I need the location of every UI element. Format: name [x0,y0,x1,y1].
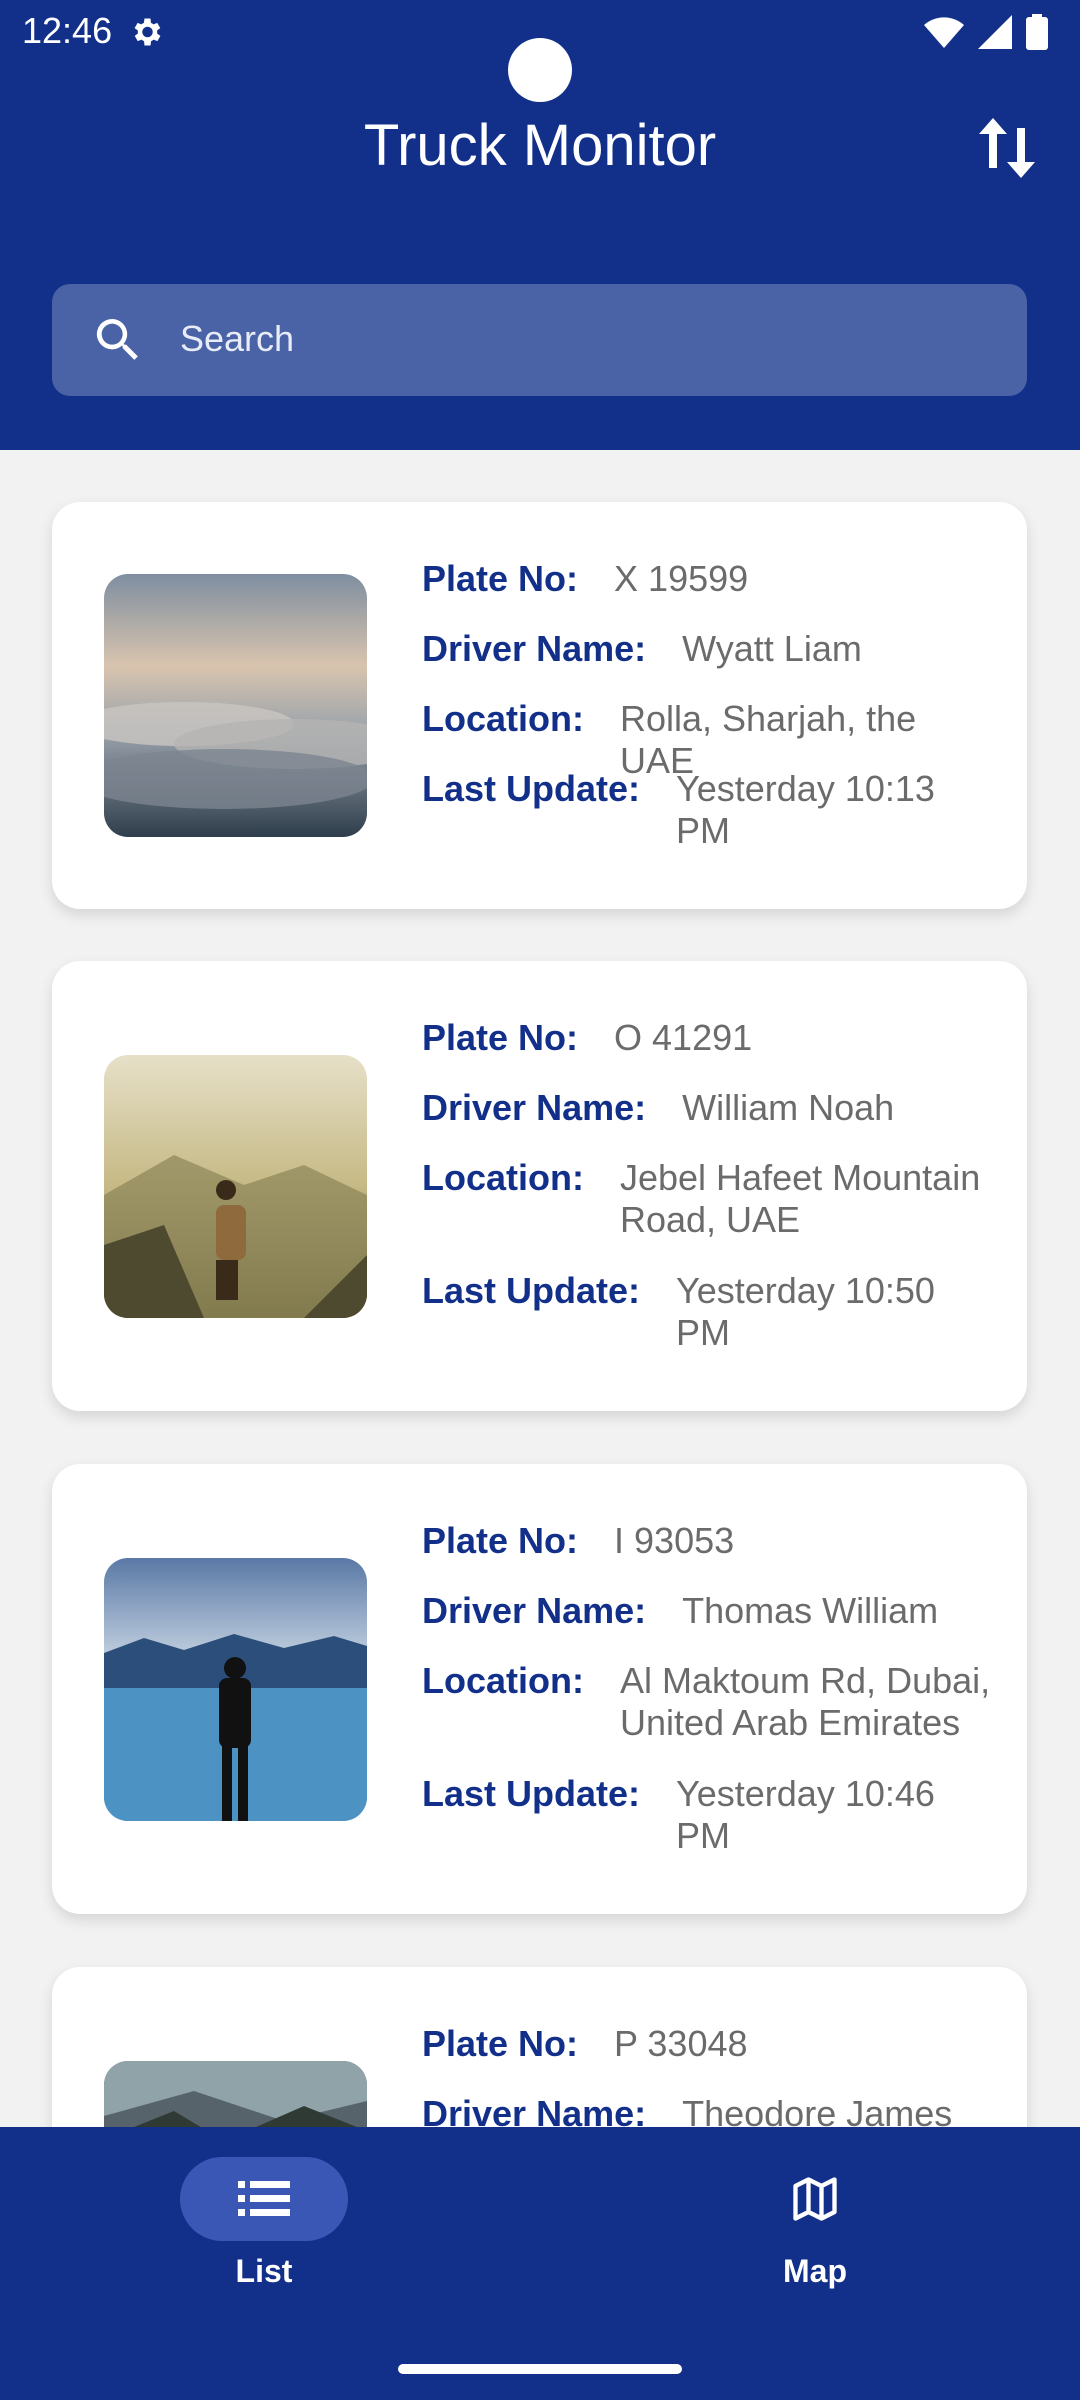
home-indicator[interactable] [398,2364,682,2374]
update-row: Last Update: Yesterday 10:50 PM [422,1270,966,1354]
plate-label: Plate No: [422,558,579,599]
location-row: Location: Al Maktoum Rd, Dubai, United A… [422,1660,1010,1744]
camera-cutout [508,38,572,102]
truck-thumbnail [104,1055,367,1318]
driver-label: Driver Name: [422,2093,647,2127]
map-icon [793,2177,837,2221]
plate-row: Plate No: I 93053 [422,1520,734,1562]
driver-value: William Noah [682,1087,895,1128]
driver-row: Driver Name: Wyatt Liam [422,628,862,670]
status-icons [924,12,1048,52]
update-value: Yesterday 10:50 PM [676,1270,935,1353]
truck-thumbnail [104,574,367,837]
update-label: Last Update: [422,1270,641,1311]
driver-row: Driver Name: Theodore James [422,2093,952,2127]
update-label: Last Update: [422,1773,641,1814]
battery-icon [1026,14,1048,50]
driver-row: Driver Name: William Noah [422,1087,894,1129]
list-icon [238,2181,290,2216]
page-title: Truck Monitor [363,113,717,178]
driver-label: Driver Name: [422,1590,647,1631]
sort-arrows-icon[interactable] [975,112,1039,184]
settings-gear-icon [134,18,161,46]
location-label: Location: [422,1157,584,1198]
driver-label: Driver Name: [422,1087,647,1128]
location-label: Location: [422,1660,584,1701]
truck-card[interactable]: Plate No: I 93053 Driver Name: Thomas Wi… [52,1464,1027,1914]
plate-value: X 19599 [614,558,749,599]
plate-value: I 93053 [614,1520,735,1561]
nav-map-label[interactable]: Map [665,2253,965,2290]
bottom-navigation: List Map [0,2127,1080,2400]
nav-map-tab[interactable]: Map [665,2157,965,2307]
app-bar: 12:46 Truck Monitor Search [0,0,1080,450]
update-value: Yesterday 10:46 PM [676,1773,935,1856]
location-row: Location: Jebel Hafeet Mountain Road, UA… [422,1157,1000,1241]
plate-label: Plate No: [422,2023,579,2064]
location-value: Jebel Hafeet Mountain Road, UAE [619,1157,981,1240]
cell-signal-icon [978,15,1012,49]
truck-card[interactable]: Plate No: O 41291 Driver Name: William N… [52,961,1027,1411]
driver-value: Theodore James [682,2093,953,2127]
truck-card[interactable]: Plate No: X 19599 Driver Name: Wyatt Lia… [52,502,1027,909]
plate-label: Plate No: [422,1017,579,1058]
truck-thumbnail [104,1558,367,1821]
update-label: Last Update: [422,768,641,809]
plate-row: Plate No: O 41291 [422,1017,752,1059]
search-field[interactable]: Search [52,284,1027,396]
plate-label: Plate No: [422,1520,579,1561]
nav-list-tab[interactable]: List [114,2157,414,2307]
plate-row: Plate No: P 33048 [422,2023,748,2065]
search-input[interactable]: Search [180,318,294,360]
wifi-icon [924,17,964,48]
search-icon [96,319,138,360]
driver-label: Driver Name: [422,628,647,669]
truck-list[interactable]: Plate No: X 19599 Driver Name: Wyatt Lia… [0,450,1080,2127]
truck-card[interactable]: Plate No: P 33048 Driver Name: Theodore … [52,1967,1027,2127]
nav-list-label[interactable]: List [114,2253,414,2290]
plate-value: O 41291 [614,1017,753,1058]
plate-value: P 33048 [614,2023,748,2064]
update-row: Last Update: Yesterday 10:13 PM [422,768,966,852]
driver-value: Wyatt Liam [682,628,862,669]
update-value: Yesterday 10:13 PM [676,768,935,851]
status-time: 12:46 [22,10,113,51]
update-row: Last Update: Yesterday 10:46 PM [422,1773,966,1857]
location-value: Al Maktoum Rd, Dubai, United Arab Emirat… [619,1660,991,1743]
plate-row: Plate No: X 19599 [422,558,748,600]
nav-map-pill[interactable] [731,2157,899,2241]
driver-value: Thomas William [682,1590,939,1631]
nav-list-pill[interactable] [180,2157,348,2241]
driver-row: Driver Name: Thomas William [422,1590,938,1632]
truck-thumbnail [104,2061,367,2127]
